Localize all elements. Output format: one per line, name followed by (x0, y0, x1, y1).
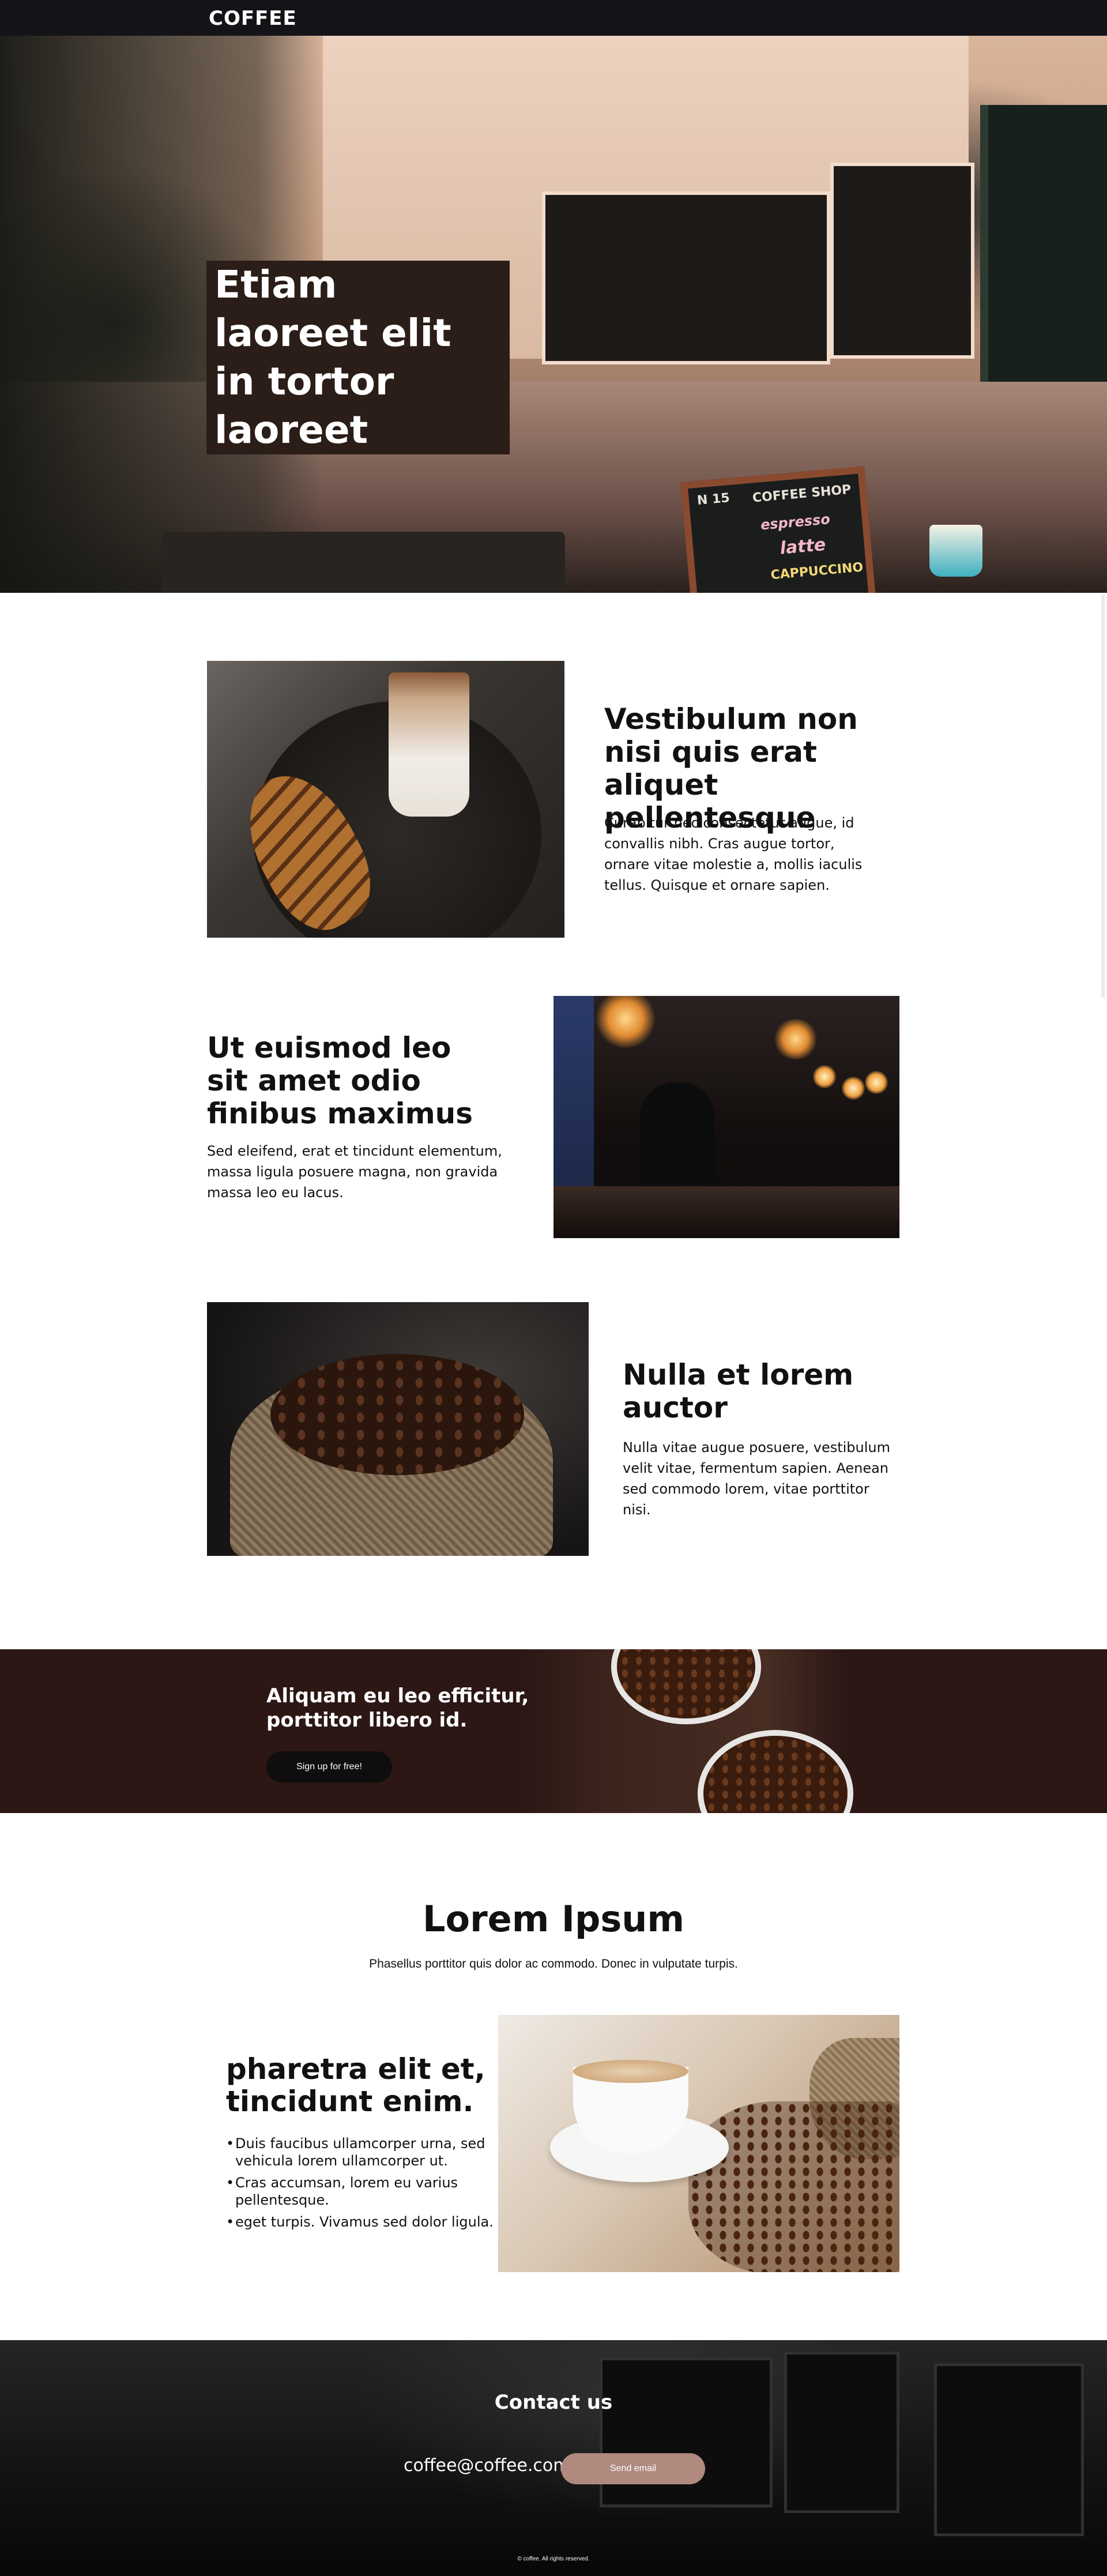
bar-counter (554, 1186, 899, 1238)
signup-button[interactable]: Sign up for free! (266, 1751, 392, 1782)
coffee-bar-image (554, 996, 899, 1238)
sign-item: latte (779, 534, 827, 559)
list-item: Cras accumsan, lorem eu varius pellentes… (226, 2174, 497, 2209)
hero-title-line: in tortor laoreet (206, 358, 510, 454)
section-subheading: pharetra elit et, tincidunt enim. (226, 2052, 485, 2118)
sign-item: espresso (759, 511, 831, 533)
hero-window (830, 163, 974, 359)
list-item: eget turpis. Vivamus sed dolor ligula. (226, 2213, 497, 2231)
latte-foam (573, 2060, 688, 2083)
hero-cup (929, 525, 982, 577)
sign-item: CAPPUCCINO (770, 560, 864, 583)
feature-3-title: Nulla et lorem auctor (623, 1358, 854, 1424)
hero-section: N 15 COFFEE SHOP espresso latte CAPPUCCI… (0, 36, 1107, 593)
hero-table (161, 532, 565, 593)
feature-bullet-list: Duis faucibus ullamcorper urna, sed vehi… (226, 2135, 497, 2235)
bar-light (813, 1065, 836, 1088)
signup-title: Aliquam eu leo efficitur, porttitor libe… (266, 1684, 529, 1732)
top-nav: COFFEE (0, 0, 1107, 36)
sign-number: N 15 (696, 491, 731, 508)
croissant-latte-image (207, 661, 564, 938)
sign-shop: COFFEE SHOP (751, 482, 852, 506)
bar-light (865, 1071, 888, 1094)
hero-window (542, 191, 830, 364)
feature-1-text: Curabitur nec consectetur augue, id conv… (604, 815, 863, 893)
hero-title-line: Etiam laoreet elit (206, 261, 510, 358)
brand-logo[interactable]: COFFEE (209, 7, 297, 30)
bar-lamp (594, 996, 657, 1048)
coffee-shop-sign: N 15 COFFEE SHOP espresso latte CAPPUCCI… (680, 466, 876, 593)
coffee-cup-image (498, 2015, 899, 2272)
send-email-button[interactable]: Send email (561, 2453, 705, 2484)
coffee-beans-sack-image (207, 1302, 589, 1556)
bar-lamp (773, 1019, 819, 1059)
feature-3-text: Nulla vitae augue posuere, vestibulum ve… (623, 1439, 890, 1518)
page-scrollbar[interactable] (1101, 594, 1105, 998)
spilled-beans (688, 2101, 899, 2272)
contact-email-link[interactable]: coffee@coffee.com (404, 2455, 570, 2476)
contact-title: Contact us (494, 2391, 613, 2414)
latte-glass (389, 672, 469, 817)
list-item: Duis faucibus ullamcorper urna, sed vehi… (226, 2135, 497, 2169)
section-subtitle: Phasellus porttitor quis dolor ac commod… (369, 1957, 738, 1970)
bar-light (842, 1077, 865, 1100)
copyright: © coffee. All rights reserved. (517, 2556, 590, 2562)
section-title: Lorem Ipsum (422, 1898, 684, 1940)
coffee-beans (270, 1354, 524, 1475)
feature-2-title: Ut euismod leo sit amet odio finibus max… (207, 1031, 473, 1130)
feature-2-text: Sed eleifend, erat et tincidunt elementu… (207, 1143, 502, 1201)
hero-title: Etiam laoreet elit in tortor laoreet (206, 261, 510, 454)
